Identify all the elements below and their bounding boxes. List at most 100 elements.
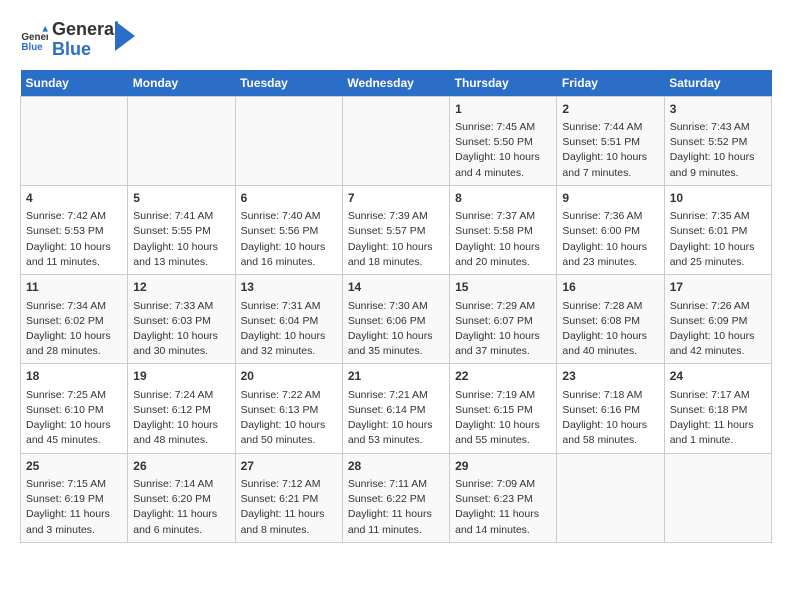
calendar-cell: 2Sunrise: 7:44 AMSunset: 5:51 PMDaylight… bbox=[557, 96, 664, 185]
day-info-text: Daylight: 10 hours bbox=[348, 240, 444, 255]
day-info-text: and 11 minutes. bbox=[348, 523, 444, 538]
day-info-text: and 50 minutes. bbox=[241, 433, 337, 448]
day-info-text: Daylight: 10 hours bbox=[455, 150, 551, 165]
calendar-cell: 16Sunrise: 7:28 AMSunset: 6:08 PMDayligh… bbox=[557, 275, 664, 364]
day-info-text: Daylight: 10 hours bbox=[455, 418, 551, 433]
day-info-text: Daylight: 11 hours bbox=[455, 507, 551, 522]
calendar-week-row: 18Sunrise: 7:25 AMSunset: 6:10 PMDayligh… bbox=[21, 364, 772, 453]
day-number: 3 bbox=[670, 101, 766, 118]
day-info-text: Sunrise: 7:34 AM bbox=[26, 299, 122, 314]
day-info-text: Sunrise: 7:18 AM bbox=[562, 388, 658, 403]
day-info-text: Sunrise: 7:44 AM bbox=[562, 120, 658, 135]
logo-blue: Blue bbox=[52, 39, 91, 59]
day-info-text: and 58 minutes. bbox=[562, 433, 658, 448]
day-number: 21 bbox=[348, 368, 444, 385]
day-info-text: Sunrise: 7:22 AM bbox=[241, 388, 337, 403]
day-info-text: Daylight: 10 hours bbox=[562, 418, 658, 433]
calendar-header-row: SundayMondayTuesdayWednesdayThursdayFrid… bbox=[21, 70, 772, 97]
day-info-text: Sunset: 6:18 PM bbox=[670, 403, 766, 418]
day-info-text: and 1 minute. bbox=[670, 433, 766, 448]
day-info-text: Daylight: 10 hours bbox=[670, 240, 766, 255]
day-info-text: Sunrise: 7:14 AM bbox=[133, 477, 229, 492]
day-info-text: Sunset: 6:22 PM bbox=[348, 492, 444, 507]
day-info-text: and 32 minutes. bbox=[241, 344, 337, 359]
day-number: 24 bbox=[670, 368, 766, 385]
day-number: 19 bbox=[133, 368, 229, 385]
day-info-text: and 23 minutes. bbox=[562, 255, 658, 270]
day-info-text: Sunrise: 7:40 AM bbox=[241, 209, 337, 224]
day-info-text: Sunrise: 7:29 AM bbox=[455, 299, 551, 314]
day-number: 27 bbox=[241, 458, 337, 475]
calendar-cell: 19Sunrise: 7:24 AMSunset: 6:12 PMDayligh… bbox=[128, 364, 235, 453]
day-number: 18 bbox=[26, 368, 122, 385]
day-number: 29 bbox=[455, 458, 551, 475]
day-info-text: and 45 minutes. bbox=[26, 433, 122, 448]
day-info-text: Sunrise: 7:25 AM bbox=[26, 388, 122, 403]
day-info-text: Sunset: 5:50 PM bbox=[455, 135, 551, 150]
day-info-text: Sunset: 6:19 PM bbox=[26, 492, 122, 507]
day-info-text: Sunset: 5:58 PM bbox=[455, 224, 551, 239]
calendar-cell bbox=[235, 96, 342, 185]
day-number: 7 bbox=[348, 190, 444, 207]
day-number: 20 bbox=[241, 368, 337, 385]
calendar-cell bbox=[342, 96, 449, 185]
day-info-text: and 40 minutes. bbox=[562, 344, 658, 359]
day-info-text: Daylight: 10 hours bbox=[348, 329, 444, 344]
svg-text:Blue: Blue bbox=[21, 42, 43, 53]
day-number: 23 bbox=[562, 368, 658, 385]
day-info-text: Sunset: 6:20 PM bbox=[133, 492, 229, 507]
day-info-text: and 9 minutes. bbox=[670, 166, 766, 181]
calendar-cell: 1Sunrise: 7:45 AMSunset: 5:50 PMDaylight… bbox=[450, 96, 557, 185]
day-info-text: Sunrise: 7:11 AM bbox=[348, 477, 444, 492]
day-number: 9 bbox=[562, 190, 658, 207]
day-info-text: and 16 minutes. bbox=[241, 255, 337, 270]
calendar-cell: 20Sunrise: 7:22 AMSunset: 6:13 PMDayligh… bbox=[235, 364, 342, 453]
calendar-table: SundayMondayTuesdayWednesdayThursdayFrid… bbox=[20, 70, 772, 543]
calendar-cell: 21Sunrise: 7:21 AMSunset: 6:14 PMDayligh… bbox=[342, 364, 449, 453]
day-info-text: Daylight: 10 hours bbox=[348, 418, 444, 433]
calendar-cell: 5Sunrise: 7:41 AMSunset: 5:55 PMDaylight… bbox=[128, 185, 235, 274]
day-info-text: Daylight: 11 hours bbox=[670, 418, 766, 433]
day-info-text: Sunset: 5:56 PM bbox=[241, 224, 337, 239]
calendar-cell: 25Sunrise: 7:15 AMSunset: 6:19 PMDayligh… bbox=[21, 453, 128, 542]
day-info-text: and 3 minutes. bbox=[26, 523, 122, 538]
day-info-text: Daylight: 10 hours bbox=[241, 240, 337, 255]
day-info-text: Sunset: 6:07 PM bbox=[455, 314, 551, 329]
day-info-text: Daylight: 10 hours bbox=[670, 329, 766, 344]
day-number: 26 bbox=[133, 458, 229, 475]
calendar-cell: 14Sunrise: 7:30 AMSunset: 6:06 PMDayligh… bbox=[342, 275, 449, 364]
day-info-text: Sunrise: 7:30 AM bbox=[348, 299, 444, 314]
calendar-cell: 4Sunrise: 7:42 AMSunset: 5:53 PMDaylight… bbox=[21, 185, 128, 274]
day-info-text: Daylight: 10 hours bbox=[133, 240, 229, 255]
calendar-cell: 13Sunrise: 7:31 AMSunset: 6:04 PMDayligh… bbox=[235, 275, 342, 364]
day-info-text: and 7 minutes. bbox=[562, 166, 658, 181]
day-info-text: Daylight: 11 hours bbox=[133, 507, 229, 522]
day-info-text: Daylight: 10 hours bbox=[670, 150, 766, 165]
calendar-cell: 22Sunrise: 7:19 AMSunset: 6:15 PMDayligh… bbox=[450, 364, 557, 453]
col-header-tuesday: Tuesday bbox=[235, 70, 342, 97]
day-info-text: and 53 minutes. bbox=[348, 433, 444, 448]
calendar-cell: 8Sunrise: 7:37 AMSunset: 5:58 PMDaylight… bbox=[450, 185, 557, 274]
day-info-text: Sunset: 6:01 PM bbox=[670, 224, 766, 239]
day-info-text: Sunset: 6:23 PM bbox=[455, 492, 551, 507]
day-info-text: Sunrise: 7:21 AM bbox=[348, 388, 444, 403]
calendar-cell: 24 Sunrise: 7:17 AMSunset: 6:18 PMDayligh… bbox=[664, 364, 771, 453]
day-info-text: Sunset: 6:04 PM bbox=[241, 314, 337, 329]
day-info-text: and 8 minutes. bbox=[241, 523, 337, 538]
day-number: 22 bbox=[455, 368, 551, 385]
day-info-text: and 42 minutes. bbox=[670, 344, 766, 359]
calendar-cell: 11Sunrise: 7:34 AMSunset: 6:02 PMDayligh… bbox=[21, 275, 128, 364]
col-header-monday: Monday bbox=[128, 70, 235, 97]
col-header-thursday: Thursday bbox=[450, 70, 557, 97]
day-info-text: Daylight: 10 hours bbox=[241, 329, 337, 344]
day-info-text: Sunrise: 7:26 AM bbox=[670, 299, 766, 314]
day-info-text: and 4 minutes. bbox=[455, 166, 551, 181]
day-info-text: Sunrise: 7:17 AM bbox=[670, 388, 766, 403]
day-number: 15 bbox=[455, 279, 551, 296]
calendar-cell bbox=[557, 453, 664, 542]
col-header-sunday: Sunday bbox=[21, 70, 128, 97]
day-number: 28 bbox=[348, 458, 444, 475]
day-info-text: Sunrise: 7:09 AM bbox=[455, 477, 551, 492]
day-info-text: Daylight: 10 hours bbox=[133, 418, 229, 433]
calendar-week-row: 11Sunrise: 7:34 AMSunset: 6:02 PMDayligh… bbox=[21, 275, 772, 364]
